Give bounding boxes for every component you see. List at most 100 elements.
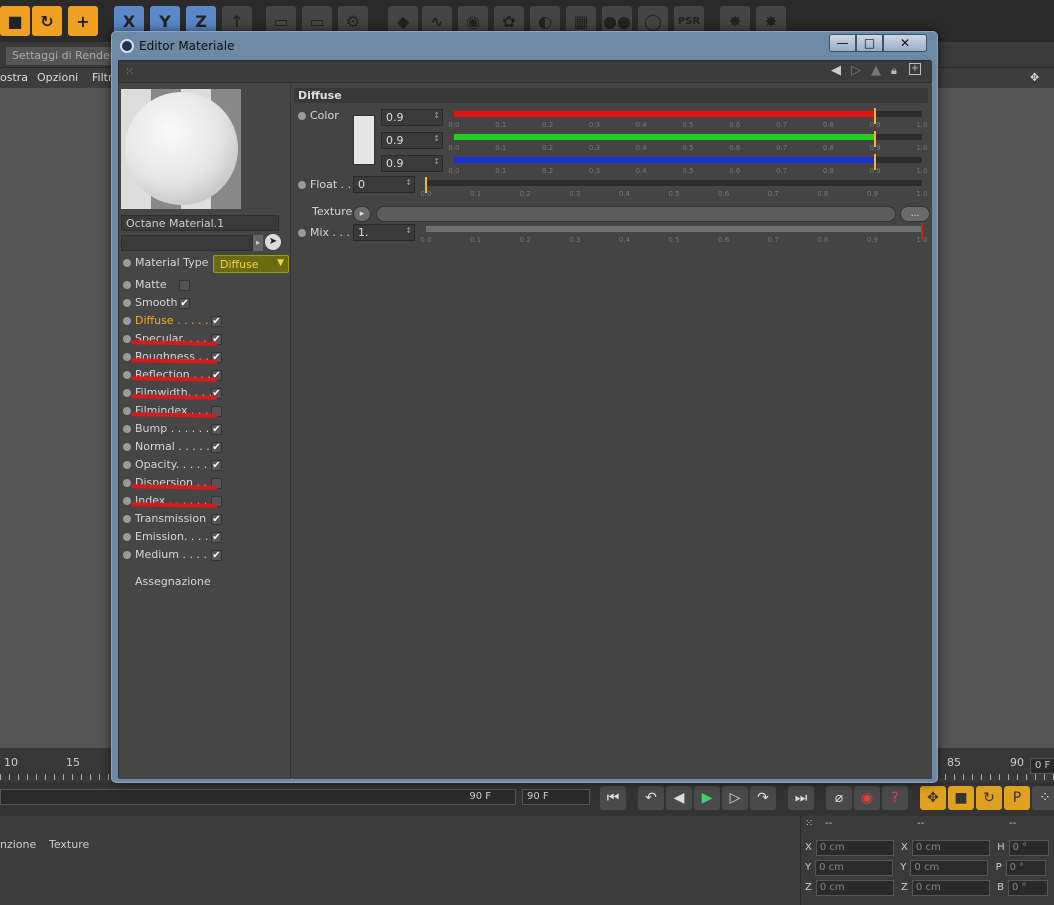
keyframe-dot-icon[interactable] bbox=[123, 389, 131, 397]
keyframe-dot-icon[interactable] bbox=[123, 479, 131, 487]
channel-row[interactable]: Diffuse . . . . . . ✔ bbox=[123, 314, 288, 332]
minimize-button[interactable]: — bbox=[829, 34, 856, 52]
mix-slider[interactable]: 0.0 0.1 0.2 0.3 0.4 0.5 0.6 0.7 0.8 0.9 1.0 bbox=[420, 223, 928, 244]
pla-key-icon[interactable]: ⁘ bbox=[1032, 786, 1054, 810]
param-key-icon[interactable]: P bbox=[1004, 786, 1030, 810]
move-view-icon[interactable]: ✥ bbox=[1030, 71, 1039, 84]
blue-slider[interactable]: 0.0 0.1 0.2 0.3 0.4 0.5 0.6 0.7 0.8 0.9 1.0 bbox=[448, 154, 928, 175]
channel-row[interactable]: Emission. . . . ✔ bbox=[123, 530, 288, 548]
assign-tab[interactable]: Assegnazione bbox=[135, 575, 211, 593]
color-g-field[interactable]: 0.9 bbox=[381, 132, 443, 149]
menu-item-filter[interactable]: Filtr bbox=[92, 71, 112, 84]
channel-row[interactable]: Opacity. . . . . ✔ bbox=[123, 458, 288, 476]
channel-row[interactable]: Matte bbox=[123, 278, 288, 296]
play-icon[interactable]: ▶ bbox=[694, 786, 720, 810]
render-region-icon[interactable]: ■ bbox=[0, 6, 30, 36]
keyframe-dot-icon[interactable] bbox=[123, 425, 131, 433]
keyframe-dot-icon[interactable] bbox=[123, 551, 131, 559]
texture-more-button[interactable]: ... bbox=[900, 206, 930, 222]
back-arrow-icon[interactable]: ◀ bbox=[831, 63, 841, 78]
channel-checkbox[interactable]: ✔ bbox=[211, 460, 222, 471]
channel-checkbox[interactable]: ✔ bbox=[211, 532, 222, 543]
next-key-icon[interactable]: ↷ bbox=[750, 786, 776, 810]
tab-render-settings[interactable]: Settaggi di Renderi bbox=[6, 47, 124, 65]
channel-row[interactable]: Specular. . . . . ✔ bbox=[123, 332, 288, 350]
channel-checkbox[interactable] bbox=[179, 280, 190, 291]
move-icon[interactable]: + bbox=[68, 6, 98, 36]
menu-item-options[interactable]: Opzioni bbox=[37, 71, 78, 84]
menu-item-texture[interactable]: Texture bbox=[49, 838, 89, 851]
channel-row[interactable]: Medium . . . . ✔ bbox=[123, 548, 288, 566]
lock-icon[interactable]: 🔒︎ bbox=[891, 64, 897, 78]
keyframe-dot-icon[interactable] bbox=[123, 443, 131, 451]
channel-row[interactable]: Bump . . . . . . ✔ bbox=[123, 422, 288, 440]
scale-key-icon[interactable]: ■ bbox=[948, 786, 974, 810]
size-z-field[interactable]: 0 cm bbox=[911, 880, 990, 896]
channel-checkbox[interactable]: ✔ bbox=[211, 316, 222, 327]
channel-checkbox[interactable]: ✔ bbox=[211, 550, 222, 561]
current-frame-field[interactable]: 0 F bbox=[1030, 758, 1054, 774]
menu-item-function[interactable]: nzione bbox=[0, 838, 36, 851]
pick-cursor-icon[interactable]: ➤ bbox=[265, 234, 281, 250]
channel-checkbox[interactable]: ✔ bbox=[179, 298, 190, 309]
keyframe-dot-icon[interactable] bbox=[123, 371, 131, 379]
auto-key-icon[interactable]: ◉ bbox=[854, 786, 880, 810]
menu-item-view[interactable]: ostra bbox=[0, 71, 28, 84]
rotate-key-icon[interactable]: ↻ bbox=[976, 786, 1002, 810]
go-start-icon[interactable]: ⏮ bbox=[600, 786, 626, 810]
keyframe-dot-icon[interactable] bbox=[123, 407, 131, 415]
new-panel-icon[interactable]: + bbox=[909, 63, 921, 75]
go-end-icon[interactable]: ⏭ bbox=[788, 786, 814, 810]
keyframe-help-icon[interactable]: ? bbox=[882, 786, 908, 810]
up-arrow-icon[interactable]: ▲ bbox=[871, 63, 881, 78]
keyframe-dot-icon[interactable] bbox=[123, 533, 131, 541]
keyframe-dot-icon[interactable] bbox=[123, 299, 131, 307]
keyframe-dot-icon[interactable] bbox=[123, 353, 131, 361]
channel-row[interactable]: Normal . . . . . ✔ bbox=[123, 440, 288, 458]
keyframe-dot-icon[interactable] bbox=[298, 112, 306, 120]
channel-row[interactable]: Transmission ✔ bbox=[123, 512, 288, 530]
keyframe-dot-icon[interactable] bbox=[123, 335, 131, 343]
channel-row[interactable]: Dispersion . . . bbox=[123, 476, 288, 494]
float-slider[interactable]: 0.0 0.1 0.2 0.3 0.4 0.5 0.6 0.7 0.8 0.9 1.0 bbox=[420, 177, 928, 198]
green-slider[interactable]: 0.0 0.1 0.2 0.3 0.4 0.5 0.6 0.7 0.8 0.9 1.0 bbox=[448, 131, 928, 152]
material-preview[interactable] bbox=[121, 89, 241, 209]
channel-checkbox[interactable]: ✔ bbox=[211, 442, 222, 453]
color-b-field[interactable]: 0.9 bbox=[381, 155, 443, 172]
keyframe-dot-icon[interactable] bbox=[123, 317, 131, 325]
pos-y-field[interactable]: 0 cm bbox=[815, 860, 894, 876]
texture-arrow-button[interactable]: ▸ bbox=[353, 206, 371, 222]
keyframe-dot-icon[interactable] bbox=[298, 181, 306, 189]
red-slider[interactable]: 0.0 0.1 0.2 0.3 0.4 0.5 0.6 0.7 0.8 0.9 1.0 bbox=[448, 108, 928, 129]
next-frame-icon[interactable]: ▷ bbox=[722, 786, 748, 810]
channel-checkbox[interactable]: ✔ bbox=[211, 424, 222, 435]
channel-row[interactable]: Reflection . . . . ✔ bbox=[123, 368, 288, 386]
material-name-field[interactable]: Octane Material.1 bbox=[121, 215, 279, 231]
rot-h-field[interactable]: 0 ° bbox=[1008, 840, 1049, 856]
size-y-field[interactable]: 0 cm bbox=[910, 860, 989, 876]
rot-p-field[interactable]: 0 ° bbox=[1005, 860, 1046, 876]
pos-z-field[interactable]: 0 cm bbox=[815, 880, 894, 896]
link-arrow-icon[interactable]: ▸ bbox=[253, 235, 263, 251]
close-button[interactable]: ✕ bbox=[883, 34, 927, 52]
keyframe-dot-icon[interactable] bbox=[123, 461, 131, 469]
maximize-button[interactable]: □ bbox=[856, 34, 883, 52]
keyframe-dot-icon[interactable] bbox=[298, 229, 306, 237]
channel-row[interactable]: Filmindex . . . . bbox=[123, 404, 288, 422]
keyframe-dot-icon[interactable] bbox=[123, 515, 131, 523]
color-r-field[interactable]: 0.9 bbox=[381, 109, 443, 126]
rotate-icon[interactable]: ↻ bbox=[32, 6, 62, 36]
end-frame-field[interactable]: 90 F bbox=[522, 789, 590, 805]
channel-row[interactable]: Smooth ✔ bbox=[123, 296, 288, 314]
keyframe-dot-icon[interactable] bbox=[123, 281, 131, 289]
time-slider[interactable]: 90 F bbox=[0, 789, 516, 805]
forward-arrow-icon[interactable]: ▷ bbox=[851, 63, 861, 78]
keyframe-dot-icon[interactable] bbox=[123, 497, 131, 505]
pos-x-field[interactable]: 0 cm bbox=[815, 840, 894, 856]
material-type-dropdown[interactable]: Diffuse ▼ bbox=[213, 255, 289, 273]
color-swatch[interactable] bbox=[353, 115, 375, 165]
mix-field[interactable]: 1. bbox=[353, 224, 415, 241]
move-key-icon[interactable]: ✥ bbox=[920, 786, 946, 810]
size-x-field[interactable]: 0 cm bbox=[911, 840, 990, 856]
prev-key-icon[interactable]: ↶ bbox=[638, 786, 664, 810]
